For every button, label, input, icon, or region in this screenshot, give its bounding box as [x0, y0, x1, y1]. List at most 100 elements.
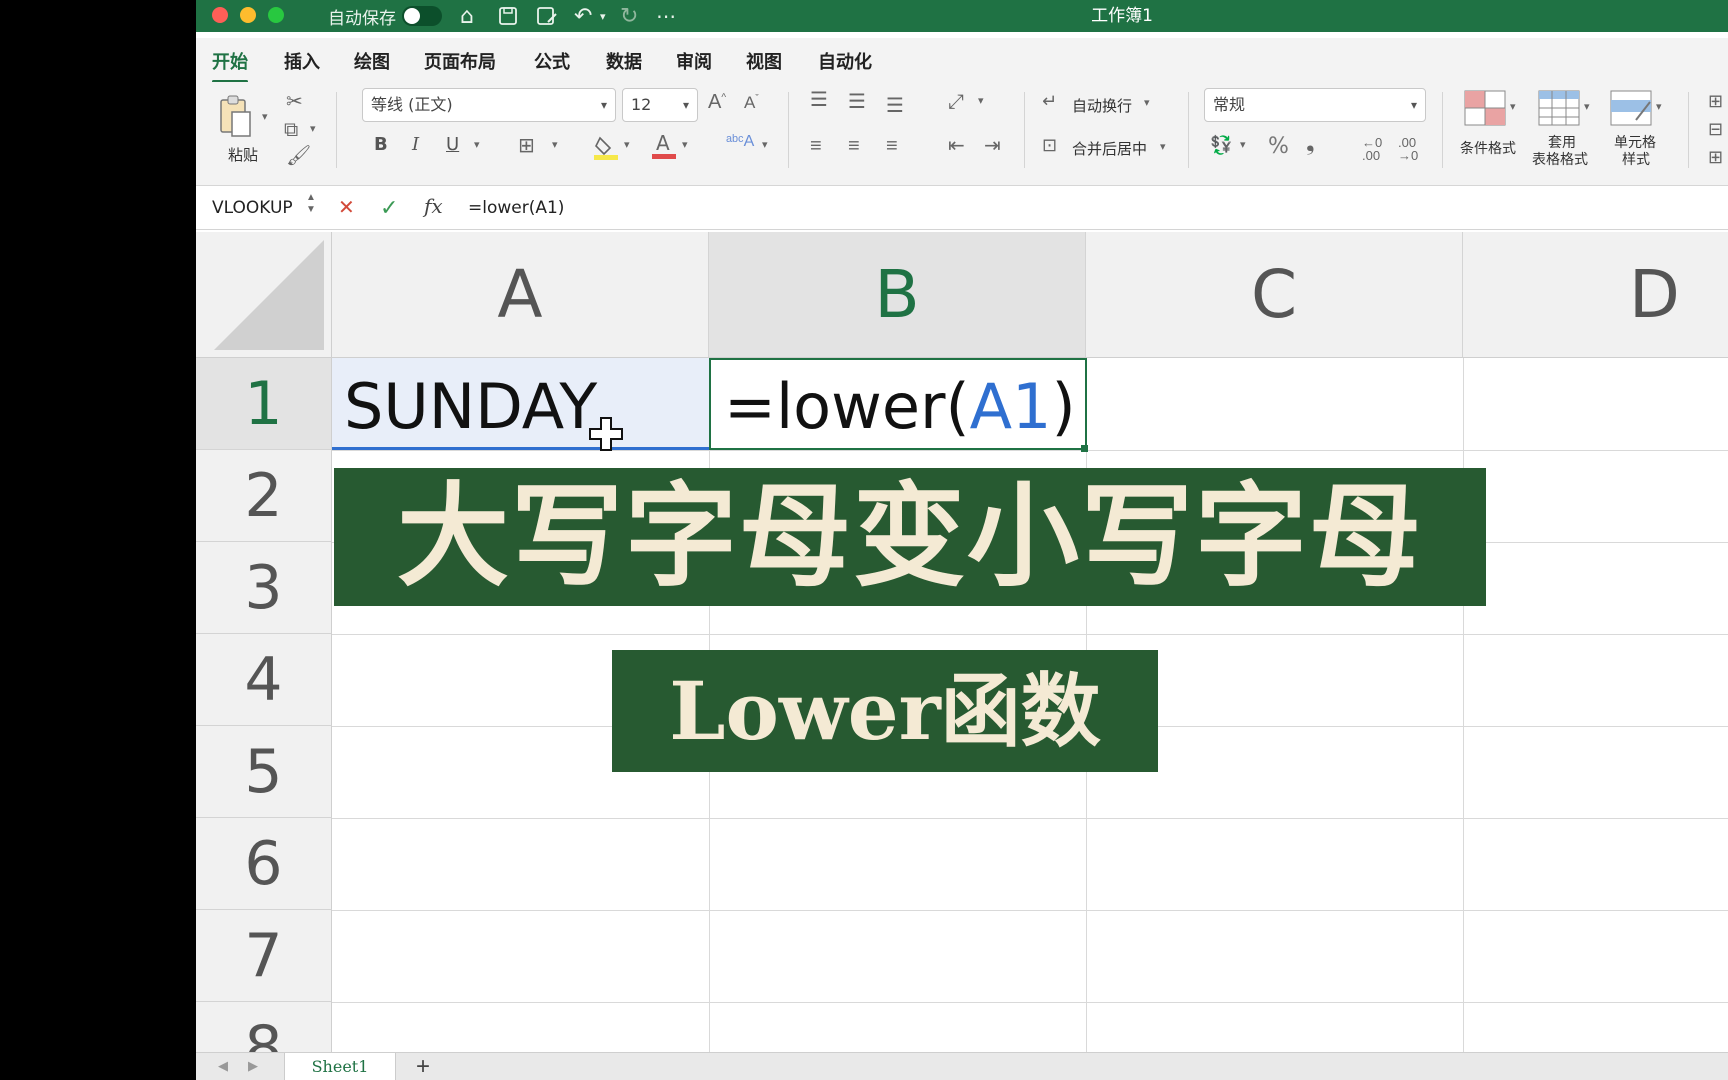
select-all-corner[interactable] [196, 232, 332, 358]
add-sheet-button[interactable]: + [416, 1055, 430, 1079]
wrap-text-dropdown-icon[interactable]: ▾ [1144, 98, 1150, 109]
scroll-sheets-left-icon[interactable]: ◀ [218, 1059, 228, 1072]
tab-insert[interactable]: 插入 [284, 48, 320, 74]
document-title: 工作簿1 [1091, 6, 1153, 26]
align-left-icon[interactable]: ≡ [810, 136, 822, 156]
row-header-5[interactable]: 5 [196, 726, 332, 818]
accounting-dropdown-icon[interactable]: ▾ [1240, 140, 1246, 151]
align-right-icon[interactable]: ≡ [886, 136, 898, 156]
format-as-table-icon[interactable] [1538, 90, 1580, 130]
cell-styles-dropdown-icon[interactable]: ▾ [1656, 102, 1662, 113]
increase-font-icon[interactable]: A^ [708, 92, 726, 112]
format-cells-icon[interactable]: ⊞ [1708, 148, 1723, 166]
copy-icon[interactable]: ⧉ [284, 120, 298, 140]
cell-styles-icon[interactable] [1610, 90, 1652, 130]
insert-cells-icon[interactable]: ⊞ [1708, 92, 1723, 110]
column-header-a[interactable]: A [332, 232, 709, 358]
wrap-text-button[interactable]: 自动换行 [1072, 95, 1132, 116]
column-header-b[interactable]: B [709, 232, 1086, 358]
title-bar: 自动保存 ⌂ ↶ ▾ ↻ ⋯ 工作簿1 [196, 0, 1728, 32]
tab-formulas[interactable]: 公式 [534, 48, 570, 74]
merge-icon[interactable]: ⊡ [1042, 136, 1057, 154]
merge-dropdown-icon[interactable]: ▾ [1160, 142, 1166, 153]
scroll-sheets-right-icon[interactable]: ▶ [248, 1059, 258, 1072]
sheet-tab-sheet1[interactable]: Sheet1 [284, 1053, 396, 1080]
format-painter-icon[interactable]: 🖌 [286, 146, 311, 166]
decrease-font-icon[interactable]: Aˇ [744, 94, 759, 111]
increase-decimal-icon[interactable]: ←0.00 [1362, 136, 1382, 162]
delete-cells-icon[interactable]: ⊟ [1708, 120, 1723, 138]
fill-handle[interactable] [1081, 445, 1088, 452]
comma-style-icon[interactable]: ❟ [1306, 132, 1315, 154]
number-format-select[interactable]: 常规 ▾ [1204, 88, 1426, 122]
bold-button[interactable]: B [374, 134, 388, 155]
font-color-dropdown-icon[interactable]: ▾ [682, 140, 688, 151]
worksheet-grid: A B C D 1 2 3 4 5 6 7 8 SUNDAY =lower(A1… [196, 232, 1728, 1080]
row-header-3[interactable]: 3 [196, 542, 332, 634]
merge-center-button[interactable]: 合并后居中 [1072, 138, 1147, 159]
row-header-1[interactable]: 1 [196, 358, 332, 450]
cut-icon[interactable]: ✂ [286, 92, 303, 112]
row-header-2[interactable]: 2 [196, 450, 332, 542]
accounting-format-icon[interactable]: 💱 [1210, 136, 1232, 154]
row-header-4[interactable]: 4 [196, 634, 332, 726]
row-header-7[interactable]: 7 [196, 910, 332, 1002]
format-as-table-dropdown-icon[interactable]: ▾ [1584, 102, 1590, 113]
font-color-icon[interactable]: A [652, 131, 676, 164]
align-middle-icon[interactable]: ☰ [848, 92, 866, 112]
subtitle-banner: Lower函数 [612, 650, 1158, 772]
conditional-format-dropdown-icon[interactable]: ▾ [1510, 102, 1516, 113]
row-header-6[interactable]: 6 [196, 818, 332, 910]
ribbon-home: ▾ 粘贴 ✂ ⧉ ▾ 🖌 等线 (正文) ▾ 12 ▾ A^ Aˇ B I U ▾ … [196, 82, 1728, 186]
text-effects-icon[interactable]: ᵃᵇᶜA [726, 134, 754, 150]
align-top-icon[interactable]: ☰ [810, 90, 828, 110]
tab-review[interactable]: 审阅 [676, 48, 712, 74]
orientation-dropdown-icon[interactable]: ▾ [978, 96, 984, 107]
tab-view[interactable]: 视图 [746, 48, 782, 74]
formula-bar: VLOOKUP ▲ ▼ ✕ ✓ fx =lower(A1) [196, 186, 1728, 230]
cell-a1-value: SUNDAY [344, 370, 598, 443]
name-box-stepper-icon[interactable]: ▲ ▼ [306, 192, 316, 216]
paste-dropdown-icon[interactable]: ▾ [262, 112, 268, 123]
name-box[interactable]: VLOOKUP [198, 192, 318, 224]
text-effects-dropdown-icon[interactable]: ▾ [762, 140, 768, 151]
align-bottom-icon[interactable]: ☰ [886, 96, 904, 116]
title-banner: 大写字母变小写字母 [334, 468, 1486, 606]
column-header-d[interactable]: D [1463, 232, 1728, 358]
percent-style-button[interactable]: % [1268, 134, 1289, 159]
copy-dropdown-icon[interactable]: ▾ [310, 124, 316, 135]
underline-button[interactable]: U [446, 134, 459, 155]
tab-data[interactable]: 数据 [606, 48, 642, 74]
decrease-decimal-icon[interactable]: .00 →0 [1398, 136, 1418, 162]
cancel-edit-icon[interactable]: ✕ [338, 198, 355, 218]
borders-icon[interactable]: ⊞ [518, 136, 535, 156]
insert-function-button[interactable]: fx [424, 196, 443, 216]
format-as-table-label-2[interactable]: 表格格式 [1532, 149, 1588, 169]
tab-automate[interactable]: 自动化 [818, 48, 872, 74]
fill-color-icon[interactable] [594, 134, 618, 164]
column-header-c[interactable]: C [1086, 232, 1463, 358]
paste-label: 粘贴 [228, 146, 259, 164]
cell-styles-label-2[interactable]: 样式 [1622, 149, 1650, 169]
increase-indent-icon[interactable]: ⇥ [984, 136, 1001, 156]
conditional-format-label[interactable]: 条件格式 [1460, 138, 1516, 158]
font-size-select[interactable]: 12 ▾ [622, 88, 698, 122]
confirm-edit-icon[interactable]: ✓ [380, 197, 398, 219]
underline-dropdown-icon[interactable]: ▾ [474, 140, 480, 151]
tab-home[interactable]: 开始 [212, 48, 248, 83]
tab-page-layout[interactable]: 页面布局 [424, 48, 496, 74]
cell-b1-value[interactable]: =lower(A1) [724, 370, 1076, 443]
borders-dropdown-icon[interactable]: ▾ [552, 140, 558, 151]
fill-color-dropdown-icon[interactable]: ▾ [624, 140, 630, 151]
decrease-indent-icon[interactable]: ⇤ [948, 136, 965, 156]
paste-icon[interactable] [218, 94, 252, 142]
align-center-icon[interactable]: ≡ [848, 136, 860, 156]
excel-window: 自动保存 ⌂ ↶ ▾ ↻ ⋯ 工作簿1 开始 插入 绘图 页面布局 公式 数据 … [196, 0, 1728, 1080]
wrap-text-icon[interactable]: ↵ [1042, 92, 1057, 110]
orientation-icon[interactable]: ⤢ [948, 92, 964, 112]
formula-input[interactable]: =lower(A1) [468, 192, 564, 224]
font-name-select[interactable]: 等线 (正文) ▾ [362, 88, 616, 122]
tab-draw[interactable]: 绘图 [354, 48, 390, 74]
italic-button[interactable]: I [412, 134, 419, 155]
conditional-format-icon[interactable] [1464, 90, 1506, 130]
